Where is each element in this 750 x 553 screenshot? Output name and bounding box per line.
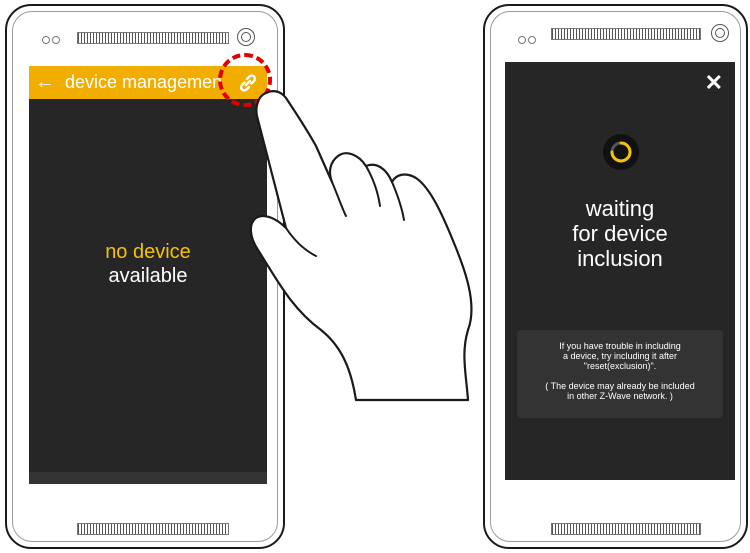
help-line1: If you have trouble in including [559, 341, 681, 351]
right-phone-frame: ✕ waiting for device inclusion If you ha… [483, 4, 748, 549]
waiting-message: waiting for device inclusion [505, 196, 735, 271]
help-spacer [517, 371, 723, 381]
left-screen: ← device managemen no device available [29, 66, 267, 484]
front-camera [518, 36, 526, 44]
front-camera [528, 36, 536, 44]
waiting-line3: inclusion [577, 246, 663, 271]
proximity-sensor [711, 24, 729, 42]
pointing-hand-illustration [249, 90, 473, 402]
waiting-line2: for device [572, 221, 668, 246]
page-title: device managemen [65, 72, 223, 92]
right-screen: ✕ waiting for device inclusion If you ha… [505, 62, 735, 480]
empty-state-line1: no device [105, 241, 191, 263]
help-info-box: If you have trouble in including a devic… [517, 330, 723, 418]
bottom-speaker-grille [551, 523, 701, 535]
bottom-speaker-grille [77, 523, 229, 535]
empty-state-line2: available [108, 265, 188, 287]
front-camera [52, 36, 60, 44]
close-icon[interactable]: ✕ [705, 70, 723, 96]
loading-spinner-icon [603, 134, 639, 170]
help-line4: ( The device may already be included [545, 381, 695, 391]
help-line2: a device, try including it after [562, 351, 678, 361]
help-line3: "reset(exclusion)". [583, 361, 657, 371]
top-speaker-grille [551, 28, 701, 40]
help-line5: in other Z-Wave network. ) [567, 391, 673, 401]
waiting-line1: waiting [585, 196, 655, 221]
arrow-left-icon[interactable]: ← [35, 66, 55, 99]
top-speaker-grille [77, 32, 229, 44]
front-camera [42, 36, 50, 44]
empty-state-message: no device available [29, 240, 267, 288]
proximity-sensor [237, 28, 255, 46]
nav-strip [29, 472, 267, 484]
